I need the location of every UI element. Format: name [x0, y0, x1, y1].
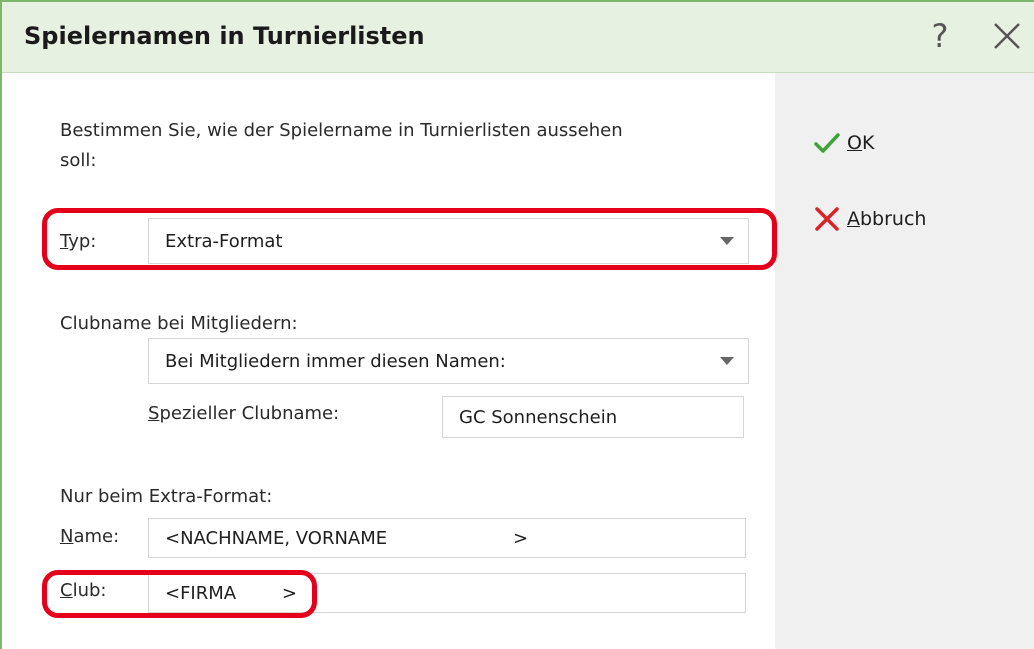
name-label: Name:: [60, 526, 120, 547]
typ-dropdown-value: Extra-Format: [165, 230, 283, 252]
club-format-input[interactable]: <FIRMA >: [148, 573, 746, 613]
dialog-title: Spielernamen in Turnierlisten: [24, 22, 425, 50]
ok-button[interactable]: OK: [813, 127, 874, 159]
name-format-value: <NACHNAME, VORNAME >: [165, 527, 529, 549]
close-button[interactable]: [987, 16, 1027, 56]
clubname-mode-dropdown[interactable]: Bei Mitgliedern immer diesen Namen:: [148, 338, 749, 384]
action-panel: OK Abbruch: [775, 73, 1034, 649]
dialog-window: Spielernamen in Turnierlisten ? OK Abbru…: [0, 0, 1034, 649]
title-bar: Spielernamen in Turnierlisten ?: [2, 2, 1034, 73]
close-icon: [994, 23, 1020, 49]
cancel-button[interactable]: Abbruch: [813, 203, 926, 235]
clubname-label: Clubname bei Mitgliedern:: [60, 313, 298, 334]
club-format-value: <FIRMA >: [165, 582, 297, 604]
extra-format-section-label: Nur beim Extra-Format:: [60, 486, 273, 507]
description-text: Bestimmen Sie, wie der Spielername in Tu…: [60, 120, 623, 171]
chevron-down-icon: [720, 237, 734, 245]
spezieller-clubname-value: GC Sonnenschein: [459, 406, 618, 428]
spezieller-clubname-label: Spezieller Clubname:: [148, 403, 340, 424]
cross-icon: [815, 207, 839, 231]
cancel-label: Abbruch: [847, 208, 927, 230]
ok-label: OK: [847, 132, 875, 154]
chevron-down-icon: [720, 357, 734, 365]
name-format-input[interactable]: <NACHNAME, VORNAME >: [148, 518, 746, 558]
clubname-mode-value: Bei Mitgliedern immer diesen Namen:: [165, 350, 506, 372]
typ-label: Typ:: [60, 231, 97, 252]
typ-dropdown[interactable]: Extra-Format: [148, 218, 749, 264]
help-icon: ?: [931, 17, 949, 55]
checkmark-icon: [814, 133, 840, 153]
club-label: Club:: [60, 580, 107, 601]
spezieller-clubname-input[interactable]: GC Sonnenschein: [442, 396, 744, 438]
help-button[interactable]: ?: [920, 16, 960, 56]
